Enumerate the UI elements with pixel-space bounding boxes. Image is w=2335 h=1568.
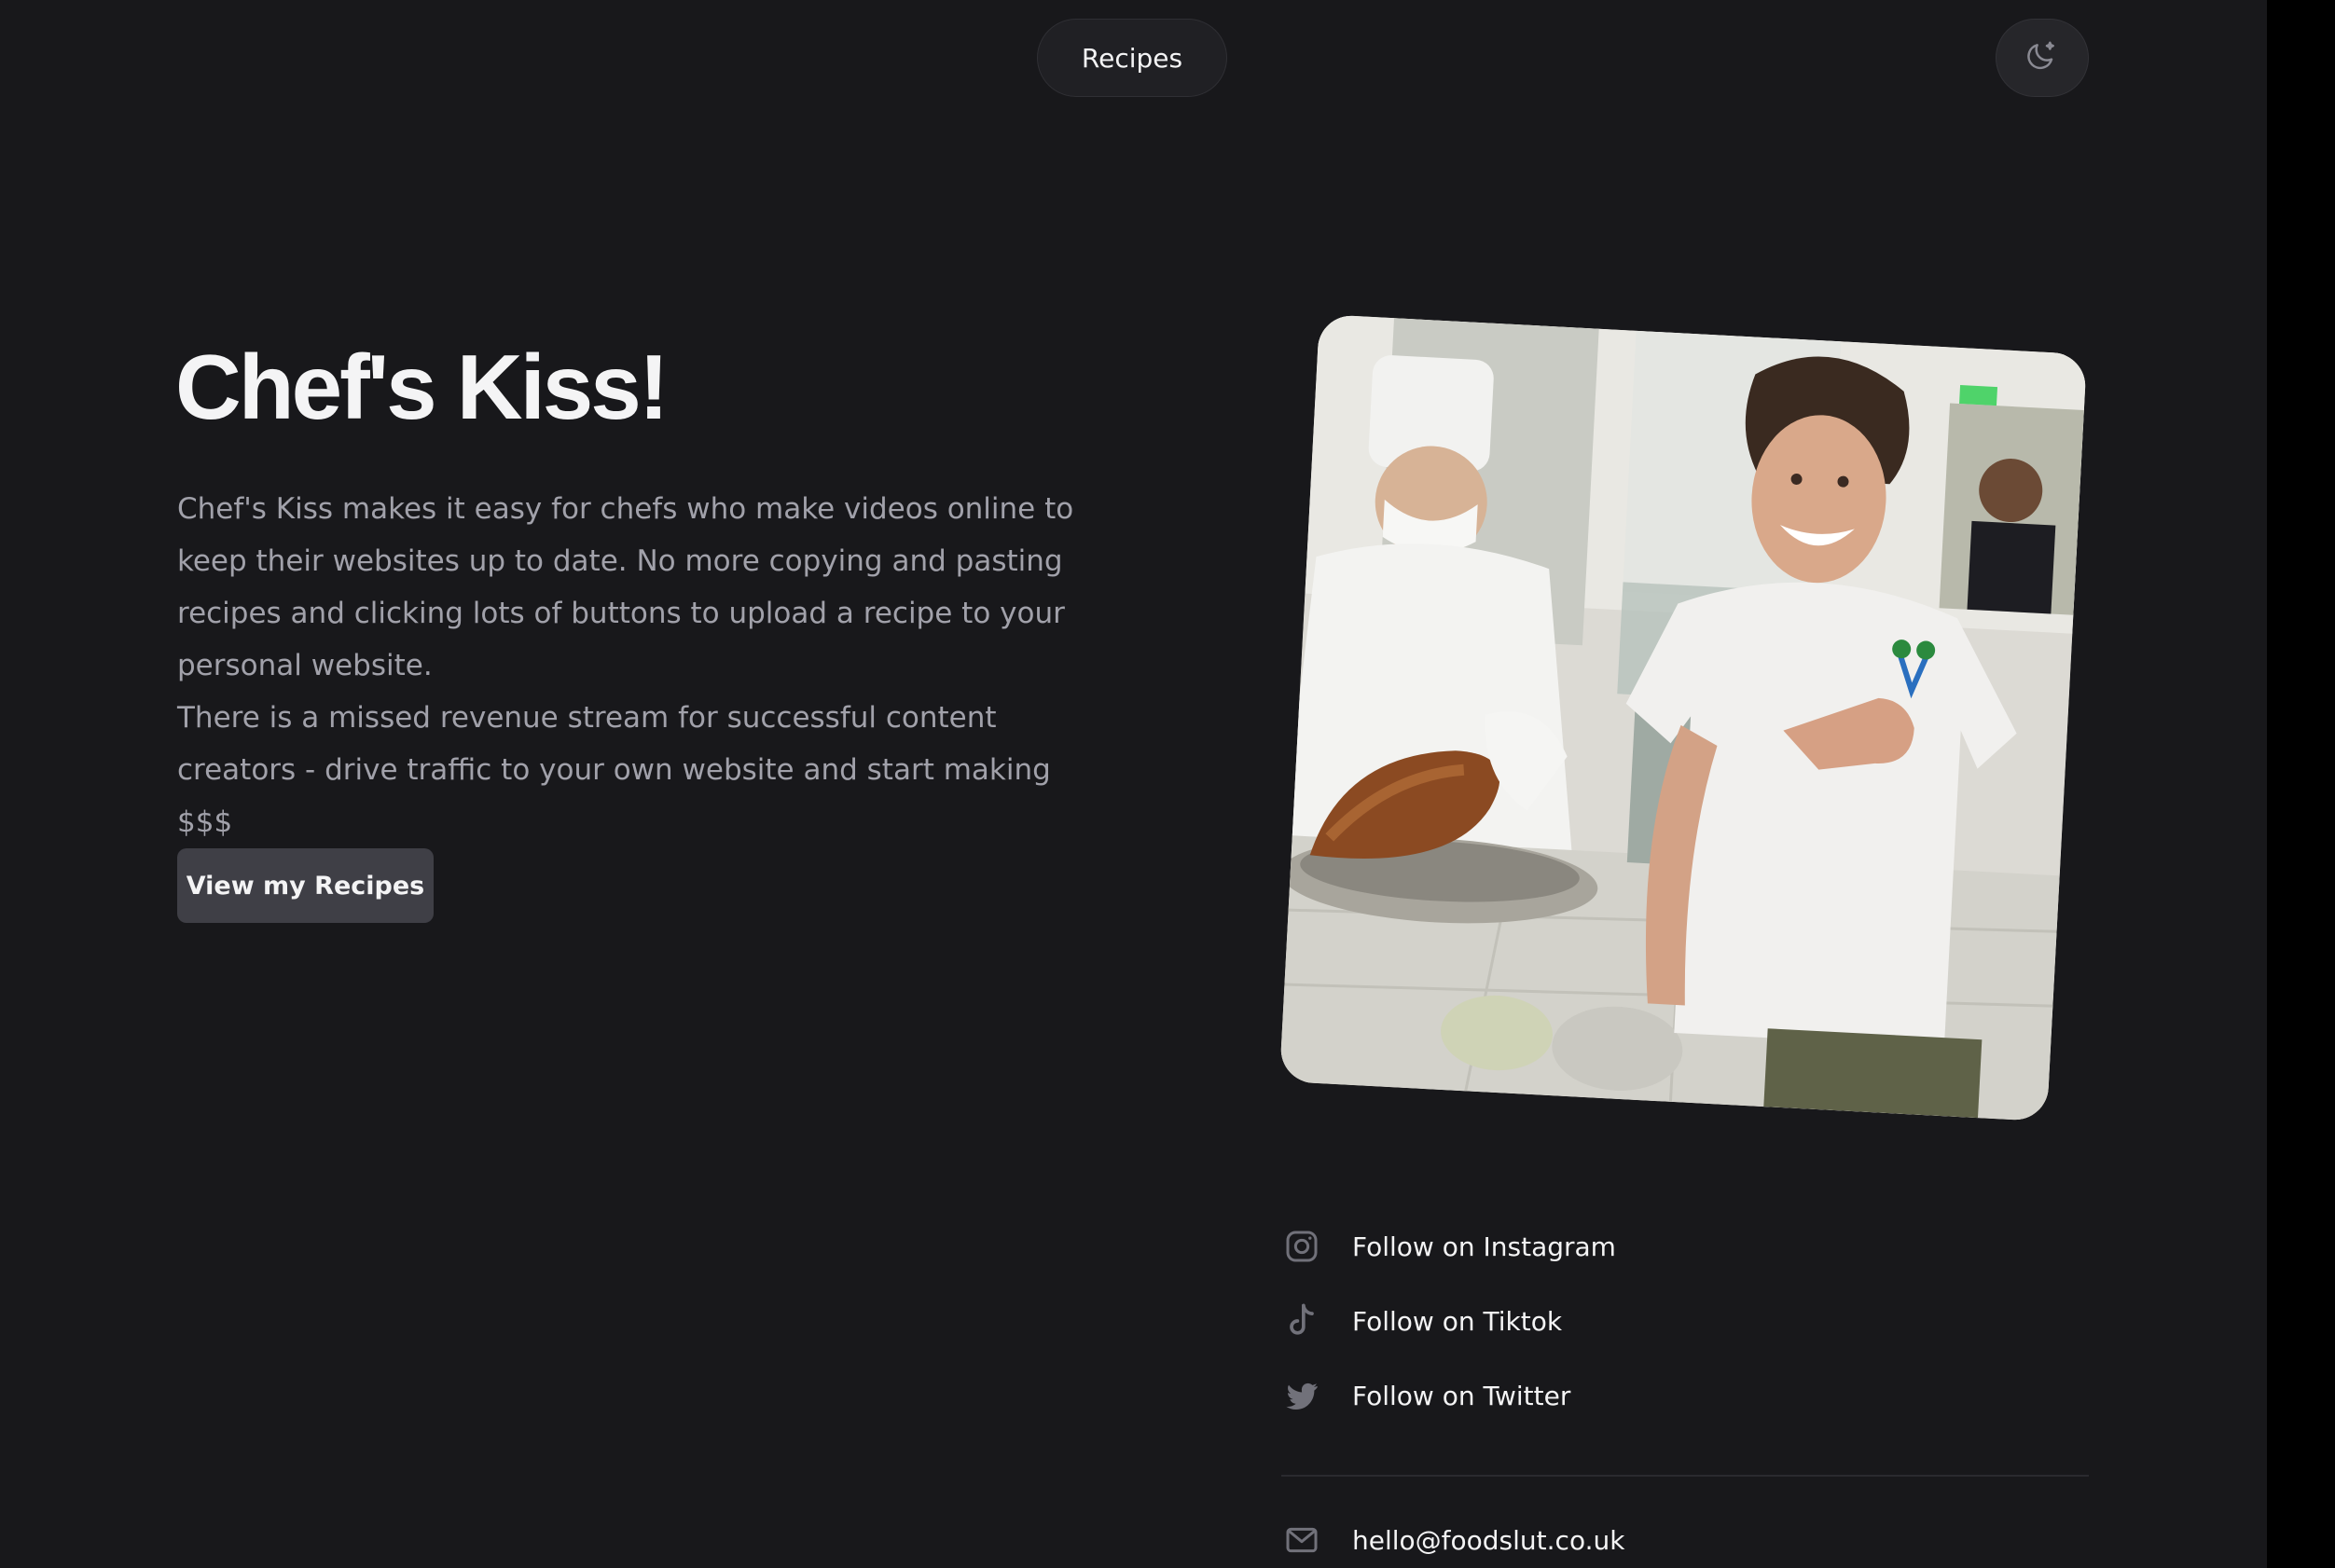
instagram-link-label: Follow on Instagram — [1352, 1231, 1616, 1262]
revenue-paragraph: There is a missed revenue stream for suc… — [177, 701, 1051, 839]
intro-paragraph: Chef's Kiss makes it easy for chefs who … — [177, 492, 1074, 682]
social-links: Follow on Instagram Follow on Tiktok Fol… — [1281, 1209, 1616, 1433]
nav-recipes-link[interactable]: Recipes — [1037, 19, 1227, 97]
instagram-icon — [1281, 1226, 1322, 1267]
instagram-link[interactable]: Follow on Instagram — [1281, 1209, 1616, 1284]
page-title: Chef's Kiss! — [175, 336, 669, 438]
tiktok-link[interactable]: Follow on Tiktok — [1281, 1284, 1616, 1358]
twitter-link[interactable]: Follow on Twitter — [1281, 1358, 1616, 1433]
tiktok-link-label: Follow on Tiktok — [1352, 1305, 1563, 1337]
twitter-icon — [1281, 1375, 1322, 1416]
nav-recipes-label: Recipes — [1081, 42, 1183, 74]
tiktok-icon — [1281, 1300, 1322, 1341]
view-recipes-button[interactable]: View my Recipes — [177, 848, 434, 923]
hero-photo — [1279, 314, 2087, 1121]
mail-icon — [1281, 1520, 1322, 1561]
window-edge — [2267, 0, 2335, 1568]
email-link[interactable]: hello@foodslut.co.uk — [1281, 1520, 1624, 1561]
theme-toggle-button[interactable] — [1996, 19, 2089, 97]
twitter-link-label: Follow on Twitter — [1352, 1380, 1571, 1411]
view-recipes-label: View my Recipes — [186, 871, 425, 901]
divider — [1281, 1475, 2089, 1477]
email-address: hello@foodslut.co.uk — [1352, 1524, 1625, 1556]
page: Recipes Chef's Kiss! Chef's Kiss makes i… — [0, 0, 2267, 1568]
moon-sparkle-icon — [2024, 37, 2061, 78]
